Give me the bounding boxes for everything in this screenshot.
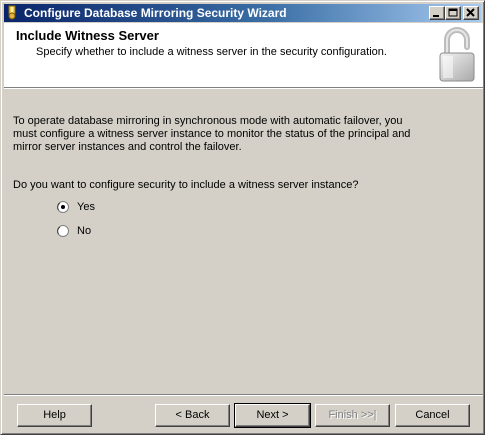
minimize-button[interactable] — [429, 6, 445, 20]
maximize-icon — [448, 8, 458, 17]
header-divider — [4, 87, 483, 89]
close-icon — [466, 8, 475, 17]
radio-no-label[interactable]: No — [77, 225, 91, 237]
back-button[interactable]: < Back — [155, 404, 230, 427]
description-text: To operate database mirroring in synchro… — [13, 115, 411, 153]
witness-question: Do you want to configure security to inc… — [13, 179, 359, 191]
window-title: Configure Database Mirroring Security Wi… — [24, 6, 287, 20]
title-bar[interactable]: Configure Database Mirroring Security Wi… — [4, 4, 481, 22]
cancel-button[interactable]: Cancel — [395, 404, 470, 427]
next-button[interactable]: Next > — [234, 403, 311, 428]
radio-selected-icon[interactable] — [57, 201, 69, 213]
minimize-icon — [433, 15, 439, 17]
footer-divider — [4, 394, 483, 396]
wizard-header: Include Witness Server Specify whether t… — [4, 23, 483, 87]
page-subtitle: Specify whether to include a witness ser… — [36, 46, 387, 58]
key-icon — [8, 5, 16, 20]
page-title: Include Witness Server — [16, 28, 159, 43]
maximize-button[interactable] — [445, 6, 461, 20]
wizard-window: Configure Database Mirroring Security Wi… — [0, 0, 485, 435]
radio-yes-label[interactable]: Yes — [77, 201, 95, 213]
radio-unselected-icon[interactable] — [57, 225, 69, 237]
help-button[interactable]: Help — [17, 404, 92, 427]
padlock-icon — [439, 27, 475, 82]
finish-button[interactable]: Finish >>| — [315, 404, 390, 427]
close-button[interactable] — [463, 6, 479, 20]
